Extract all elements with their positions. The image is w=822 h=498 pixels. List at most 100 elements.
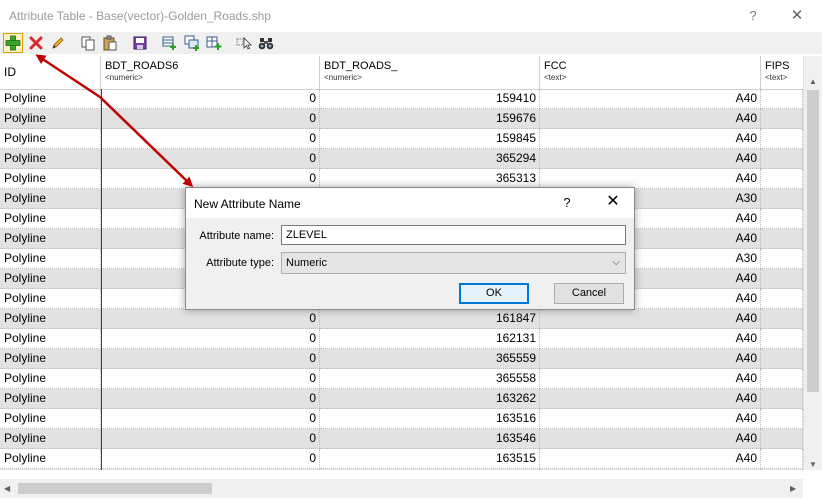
table-cell[interactable]: 0 (101, 309, 320, 329)
table-row[interactable]: Polyline 0 159845 A40 (0, 129, 803, 149)
table-cell[interactable] (761, 269, 803, 289)
table-cell[interactable]: 163515 (320, 449, 540, 469)
attribute-name-input[interactable] (281, 225, 626, 245)
table-cell[interactable]: Polyline (0, 209, 101, 229)
dialog-close-button[interactable]: ✕ (604, 193, 622, 211)
table-cell[interactable]: A40 (540, 129, 761, 149)
table-cell[interactable]: Polyline (0, 309, 101, 329)
edit-attribute-button[interactable] (48, 33, 68, 53)
horizontal-scrollbar-thumb[interactable] (18, 483, 212, 494)
scroll-right-icon[interactable]: ▶ (790, 484, 796, 493)
save-button[interactable] (130, 33, 150, 53)
table-cell[interactable]: A40 (540, 429, 761, 449)
add-attribute-button[interactable] (3, 33, 23, 53)
table-cell[interactable] (761, 169, 803, 189)
dialog-help-button[interactable]: ? (558, 194, 576, 212)
table-cell[interactable]: 161847 (320, 309, 540, 329)
table-row[interactable]: Polyline 0 163262 A40 (0, 389, 803, 409)
table-cell[interactable]: 365773 (320, 469, 540, 470)
table-cell[interactable]: 163516 (320, 409, 540, 429)
attribute-type-select[interactable]: Numeric ⌵ (281, 252, 626, 274)
table-cell[interactable]: 365313 (320, 169, 540, 189)
table-cell[interactable] (761, 209, 803, 229)
scroll-left-icon[interactable]: ◀ (4, 484, 10, 493)
column-header-id[interactable]: ID (0, 56, 101, 89)
table-cell[interactable]: 163262 (320, 389, 540, 409)
table-cell[interactable]: Polyline (0, 109, 101, 129)
table-cell[interactable]: 365558 (320, 369, 540, 389)
column-header-fips[interactable]: FIPS <text> (761, 56, 803, 89)
table-cell[interactable]: Polyline (0, 369, 101, 389)
table-cell[interactable]: 365559 (320, 349, 540, 369)
table-cell[interactable]: 0 (101, 329, 320, 349)
close-button[interactable]: ✕ (786, 6, 808, 26)
table-cell[interactable]: 0 (101, 89, 320, 109)
table-cell[interactable]: 365294 (320, 149, 540, 169)
table-cell[interactable]: Polyline (0, 429, 101, 449)
table-cell[interactable]: A40 (540, 149, 761, 169)
table-cell[interactable] (761, 229, 803, 249)
table-cell[interactable]: 0 (101, 389, 320, 409)
table-cell[interactable]: Polyline (0, 89, 101, 109)
table-cell[interactable] (761, 469, 803, 470)
table-cell[interactable]: A40 (540, 469, 761, 470)
table-cell[interactable]: Polyline (0, 469, 101, 470)
table-cell[interactable]: 0 (101, 449, 320, 469)
table-row[interactable]: Polyline 0 162131 A40 (0, 329, 803, 349)
delete-attribute-button[interactable] (26, 33, 46, 53)
table-cell[interactable]: A40 (540, 169, 761, 189)
table-cell[interactable]: A40 (540, 449, 761, 469)
table-cell[interactable] (761, 449, 803, 469)
column-header-bdt-roads6[interactable]: BDT_ROADS6 <numeric> (101, 56, 320, 89)
table-row[interactable]: Polyline 0 365559 A40 (0, 349, 803, 369)
table-cell[interactable]: Polyline (0, 149, 101, 169)
table-cell[interactable]: 159676 (320, 109, 540, 129)
table-row[interactable]: Polyline 0 163546 A40 (0, 429, 803, 449)
table-cell[interactable] (761, 329, 803, 349)
table-cell[interactable]: 0 (101, 469, 320, 470)
column-header-fcc[interactable]: FCC <text> (540, 56, 761, 89)
vertical-scrollbar[interactable]: ▲ ▼ (803, 56, 822, 470)
table-cell[interactable]: 0 (101, 109, 320, 129)
table-cell[interactable]: Polyline (0, 289, 101, 309)
table-cell[interactable]: Polyline (0, 269, 101, 289)
table-cell[interactable] (761, 109, 803, 129)
table-cell[interactable]: 0 (101, 129, 320, 149)
table-cell[interactable]: 163546 (320, 429, 540, 449)
table-cell[interactable]: Polyline (0, 349, 101, 369)
table-cell[interactable] (761, 389, 803, 409)
table-cell[interactable]: 0 (101, 349, 320, 369)
table-cell[interactable]: 0 (101, 169, 320, 189)
table-cell[interactable]: A40 (540, 369, 761, 389)
table-cell[interactable]: A40 (540, 409, 761, 429)
table-cell[interactable]: Polyline (0, 189, 101, 209)
table-cell[interactable]: Polyline (0, 329, 101, 349)
table-cell[interactable] (761, 249, 803, 269)
table-cell[interactable] (761, 429, 803, 449)
ok-button[interactable]: OK (459, 283, 529, 304)
table-cell[interactable] (761, 89, 803, 109)
table-cell[interactable]: 0 (101, 369, 320, 389)
table-cell[interactable]: 0 (101, 429, 320, 449)
table-row[interactable]: Polyline 0 365313 A40 (0, 169, 803, 189)
table-cell[interactable]: 0 (101, 409, 320, 429)
insert-row-button[interactable] (204, 33, 224, 53)
table-cell[interactable]: A40 (540, 389, 761, 409)
table-cell[interactable] (761, 129, 803, 149)
table-cell[interactable]: 0 (101, 149, 320, 169)
table-row[interactable]: Polyline 0 159676 A40 (0, 109, 803, 129)
help-button[interactable]: ? (742, 6, 764, 26)
table-cell[interactable]: Polyline (0, 229, 101, 249)
table-cell[interactable] (761, 289, 803, 309)
add-row-button[interactable] (160, 33, 180, 53)
table-cell[interactable] (761, 189, 803, 209)
table-cell[interactable] (761, 349, 803, 369)
table-cell[interactable]: A40 (540, 329, 761, 349)
horizontal-scrollbar[interactable]: ◀ ▶ (0, 479, 803, 498)
scroll-down-icon[interactable]: ▼ (809, 460, 817, 469)
paste-button[interactable] (100, 33, 120, 53)
table-row[interactable]: Polyline 0 365558 A40 (0, 369, 803, 389)
table-cell[interactable]: A40 (540, 109, 761, 129)
table-cell[interactable]: 159410 (320, 89, 540, 109)
table-row[interactable]: Polyline 0 161847 A40 (0, 309, 803, 329)
